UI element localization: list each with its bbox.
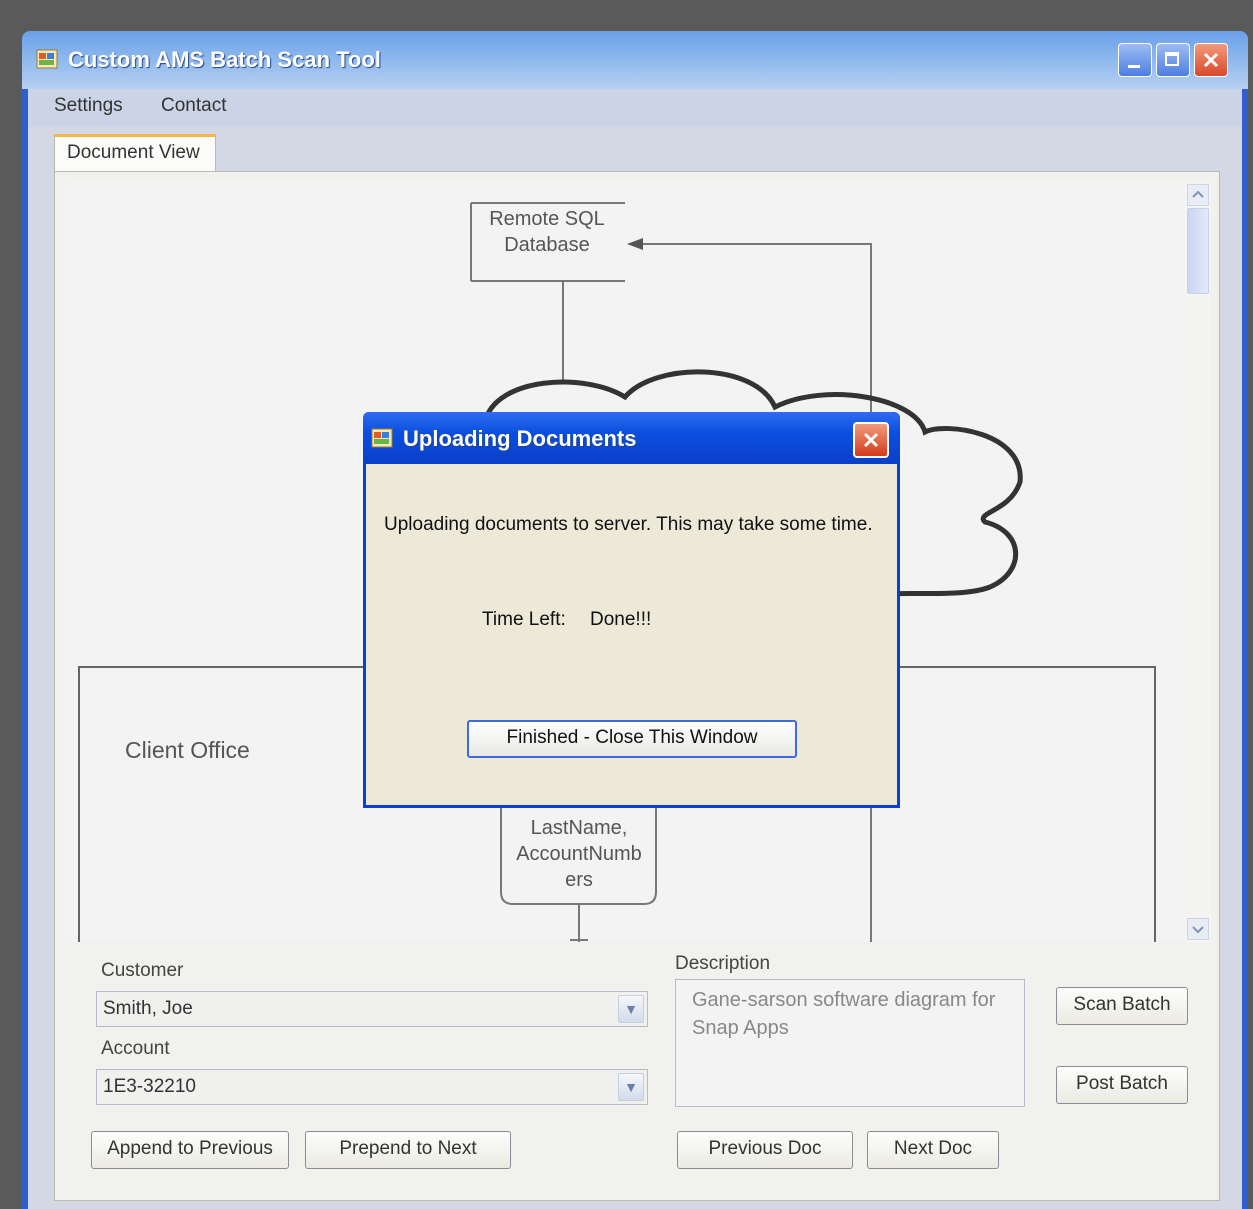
account-label: Account (101, 1038, 170, 1059)
chevron-down-icon[interactable]: ▼ (618, 1073, 644, 1101)
app-icon (36, 49, 58, 69)
post-batch-button[interactable]: Post Batch (1056, 1066, 1188, 1104)
scan-batch-button[interactable]: Scan Batch (1056, 987, 1188, 1025)
account-select[interactable]: 1E3-32210 ▼ (96, 1069, 648, 1105)
time-left-value: Done!!! (590, 609, 652, 630)
tab-label: Document View (67, 142, 200, 163)
close-icon (1203, 52, 1219, 68)
chevron-down-icon[interactable]: ▼ (618, 995, 644, 1023)
minimize-button[interactable] (1118, 43, 1152, 77)
finished-close-button[interactable]: Finished - Close This Window (467, 720, 797, 758)
customer-value: Smith, Joe (103, 998, 193, 1019)
store-line3: ers (565, 869, 593, 891)
remote-db-line1: Remote SQL (489, 208, 605, 230)
account-value: 1E3-32210 (103, 1076, 196, 1097)
remote-db-line2: Database (504, 234, 590, 256)
minimize-icon (1128, 65, 1140, 68)
dialog-title: Uploading Documents (403, 426, 637, 451)
app-icon (371, 428, 393, 448)
scroll-thumb[interactable] (1187, 208, 1209, 294)
customer-select[interactable]: Smith, Joe ▼ (96, 991, 648, 1027)
scroll-up-button[interactable] (1187, 184, 1209, 206)
next-doc-button[interactable]: Next Doc (867, 1131, 999, 1169)
prepend-to-next-button[interactable]: Prepend to Next (305, 1131, 511, 1169)
previous-doc-button[interactable]: Previous Doc (677, 1131, 853, 1169)
vertical-scrollbar[interactable] (1185, 182, 1211, 942)
close-button[interactable] (1194, 43, 1228, 77)
time-left-label: Time Left: (482, 609, 566, 630)
description-textarea[interactable]: Gane-sarson software diagram for Snap Ap… (675, 979, 1025, 1107)
upload-dialog: Uploading Documents Uploading documents … (363, 412, 900, 808)
dialog-message: Uploading documents to server. This may … (384, 514, 873, 535)
description-label: Description (675, 953, 771, 974)
menu-contact[interactable]: Contact (161, 95, 226, 117)
chevron-up-icon (1192, 190, 1204, 198)
window-title: Custom AMS Batch Scan Tool (68, 47, 381, 72)
dialog-body: Uploading documents to server. This may … (366, 464, 897, 805)
menu-settings[interactable]: Settings (54, 95, 123, 117)
maximize-button[interactable] (1156, 43, 1190, 77)
tab-document-view[interactable]: Document View (54, 134, 216, 172)
close-icon (863, 432, 879, 448)
chevron-down-icon (1192, 926, 1204, 934)
append-to-previous-button[interactable]: Append to Previous (91, 1131, 289, 1169)
dialog-titlebar[interactable]: Uploading Documents (363, 412, 900, 464)
scroll-down-button[interactable] (1187, 918, 1209, 940)
client-office-label: Client Office (125, 737, 250, 763)
store-line1: LastName, (530, 817, 628, 839)
maximize-icon (1165, 52, 1179, 66)
window-titlebar[interactable]: Custom AMS Batch Scan Tool (22, 31, 1248, 89)
customer-label: Customer (101, 960, 184, 981)
menu-bar: Settings Contact (28, 89, 1242, 127)
store-line2: AccountNumb (516, 843, 642, 865)
dialog-close-button[interactable] (853, 422, 889, 458)
